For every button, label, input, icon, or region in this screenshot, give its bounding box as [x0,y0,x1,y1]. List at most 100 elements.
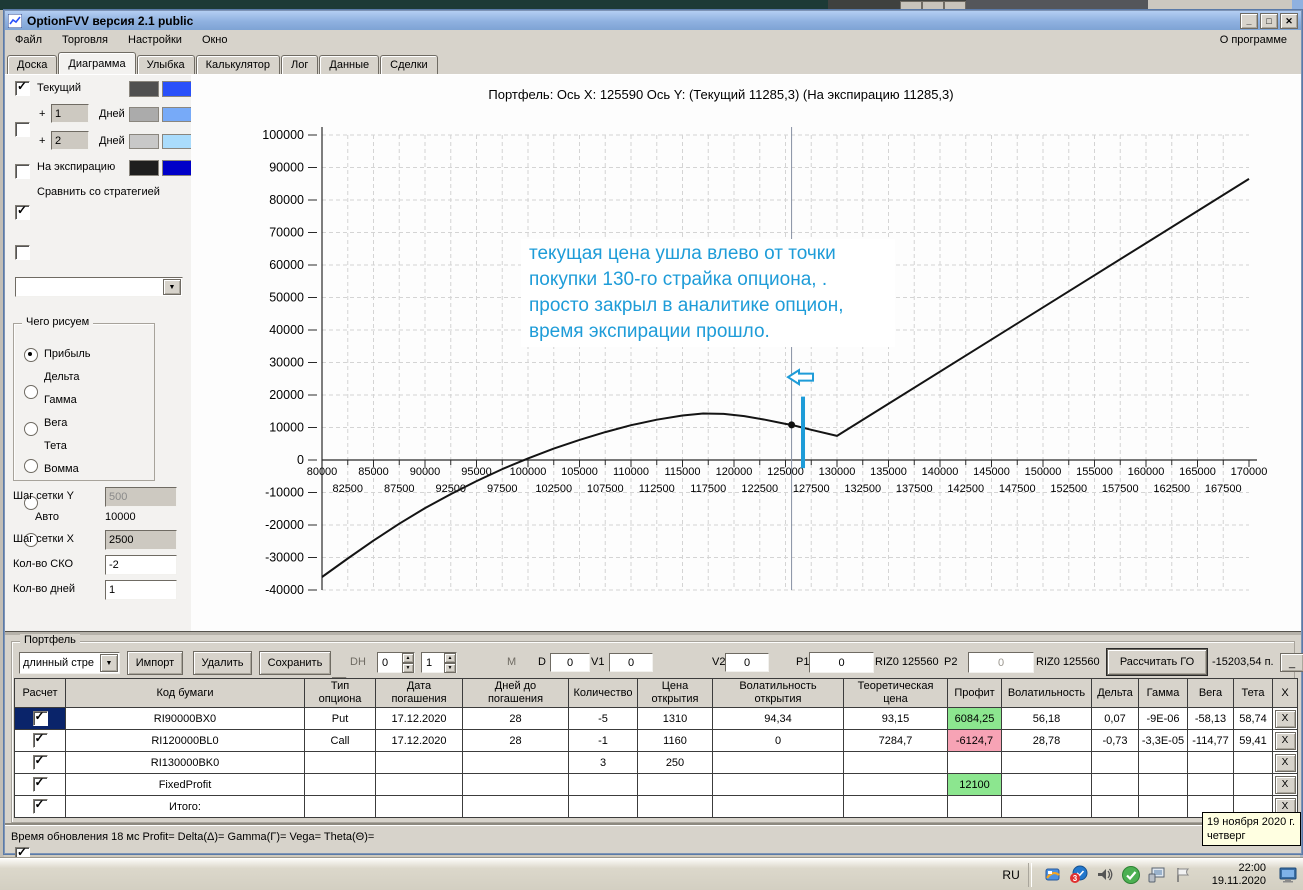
y-tick-label: 80000 [269,193,304,207]
volume-icon[interactable] [1095,865,1115,885]
calc-go-button[interactable]: Рассчитать ГО [1106,648,1208,676]
tab-calculator[interactable]: Калькулятор [195,55,281,74]
plus1-color2-swatch[interactable] [162,107,192,122]
current-color2-swatch[interactable] [162,81,192,97]
menu-settings[interactable]: Настройки [118,30,192,51]
tab-data[interactable]: Данные [319,55,380,74]
menu-file[interactable]: Файл [5,30,52,51]
menu-window[interactable]: Окно [192,30,238,51]
table-cell [843,795,948,818]
tab-board[interactable]: Доска [7,55,58,74]
save-button[interactable]: Сохранить [259,651,331,675]
tab-smile[interactable]: Улыбка [136,55,195,74]
table-cell [712,795,844,818]
chevron-down-icon[interactable]: ▼ [100,654,118,672]
radio-profit[interactable] [24,348,38,362]
table-cell: FixedProfit [65,773,305,796]
expiration-checkbox[interactable] [15,203,30,220]
flag-icon[interactable] [1173,865,1193,885]
radio-gamma[interactable] [24,422,38,436]
row-calc-checkbox[interactable] [32,775,48,792]
delete-button[interactable]: Удалить [193,651,252,675]
tab-diagram[interactable]: Диаграмма [58,52,136,74]
table-row[interactable]: Итого:X [14,795,1298,818]
compare-strategy-label: Сравнить со стратегией [37,186,160,198]
x-tick-label: 160000 [1128,466,1165,478]
days-count-field[interactable]: 1 [105,580,177,600]
taskbar[interactable]: RU 3 22:00 19.11.2020 [0,858,1303,890]
notification-badge-icon[interactable]: 3 [1069,865,1089,885]
import-button[interactable]: Импорт [127,651,183,675]
row-delete-button[interactable]: X [1274,775,1296,794]
radio-delta[interactable] [24,385,38,399]
table-row[interactable]: RI130000BK0 3250 X [14,751,1298,774]
tab-deals[interactable]: Сделки [380,55,438,74]
row-delete-button[interactable]: X [1274,709,1296,728]
menu-about[interactable]: О программе [1220,30,1287,51]
security-check-icon[interactable] [1121,865,1141,885]
v2-field[interactable]: 0 [725,653,769,672]
row-delete-button[interactable]: X [1274,753,1296,772]
row-delete-button[interactable]: X [1274,731,1296,750]
p1-field[interactable]: 0 [809,652,874,673]
x-tick-label: 107500 [587,483,624,495]
total-value: -15203,54 п. [1212,656,1274,668]
compare-strategy-checkbox[interactable] [15,245,30,260]
spin-down-icon[interactable]: ▼ [444,662,456,673]
strategy-dropdown[interactable]: ▼ [15,277,183,297]
table-header: Теоретическая цена [843,678,948,708]
row-calc-checkbox[interactable] [32,709,48,726]
plus1-color1-swatch[interactable] [129,107,159,122]
p2-field[interactable]: 0 [968,652,1034,673]
menu-trading[interactable]: Торговля [52,30,118,51]
y-tick-label: 60000 [269,258,304,272]
chart-svg[interactable]: -40000 -30000 -20000 -10000 0 10000 20000 30000… [191,75,1301,632]
chevron-down-icon[interactable]: ▼ [163,279,181,295]
plus2-color1-swatch[interactable] [129,134,159,149]
table-header: Расчет [14,678,66,708]
row-calc-checkbox[interactable] [32,753,48,770]
plus1-days-input[interactable]: 1 [51,104,89,123]
spin-up-icon[interactable]: ▲ [444,652,456,663]
spin-up-icon[interactable]: ▲ [402,652,414,663]
d-field[interactable]: 0 [550,653,590,672]
collapse-button[interactable]: _ [1280,653,1303,672]
preset-dropdown[interactable]: длинный стре ▼ [19,652,120,674]
tray-separator [1027,862,1032,887]
plus2-checkbox[interactable] [15,164,30,179]
sko-count-field[interactable]: -2 [105,555,177,575]
current-color1-swatch[interactable] [129,81,159,97]
v1-field[interactable]: 0 [609,653,653,672]
minimize-button[interactable]: _ [1240,13,1258,29]
table-row[interactable]: RI90000BX0Put17.12.202028-5131094,3493,1… [14,707,1298,730]
row-calc-checkbox[interactable] [32,797,48,814]
expiration-color1-swatch[interactable] [129,160,159,176]
plus2-days-input[interactable]: 2 [51,131,89,150]
maximize-button[interactable]: □ [1260,13,1278,29]
current-price-marker [788,421,796,429]
y-tick-label: 70000 [269,226,304,240]
current-checkbox[interactable] [15,79,30,96]
table-cell: 250 [637,751,713,774]
spin-down-icon[interactable]: ▼ [402,662,414,673]
table-cell [712,751,844,774]
plus2-color2-swatch[interactable] [162,134,192,149]
row-calc-checkbox[interactable] [32,731,48,748]
application-tray-icon[interactable] [1043,865,1063,885]
plus1-checkbox[interactable] [15,122,30,137]
language-indicator[interactable]: RU [1002,868,1019,882]
grid-step-y-field[interactable]: 500 [105,487,177,507]
table-row[interactable]: RI120000BL0Call17.12.202028-1116007284,7… [14,729,1298,752]
dh-spinner-2[interactable]: 1 ▲ ▼ [421,652,457,673]
tab-log[interactable]: Лог [281,55,319,74]
grid-step-x-field[interactable]: 2500 [105,530,177,550]
dh-spinner-1[interactable]: 0 ▲ ▼ [377,652,415,673]
title-bar[interactable]: OptionFVV версия 2.1 public _ □ ✕ [5,11,1301,30]
radio-vega[interactable] [24,459,38,473]
network-icon[interactable] [1147,865,1167,885]
close-button[interactable]: ✕ [1280,13,1298,29]
show-desktop-icon[interactable] [1279,865,1299,885]
expiration-color2-swatch[interactable] [162,160,192,176]
table-row[interactable]: FixedProfit 12100 X [14,773,1298,796]
chart-area[interactable]: Портфель: Ось X: 125590 Ось Y: (Текущий … [191,75,1301,632]
